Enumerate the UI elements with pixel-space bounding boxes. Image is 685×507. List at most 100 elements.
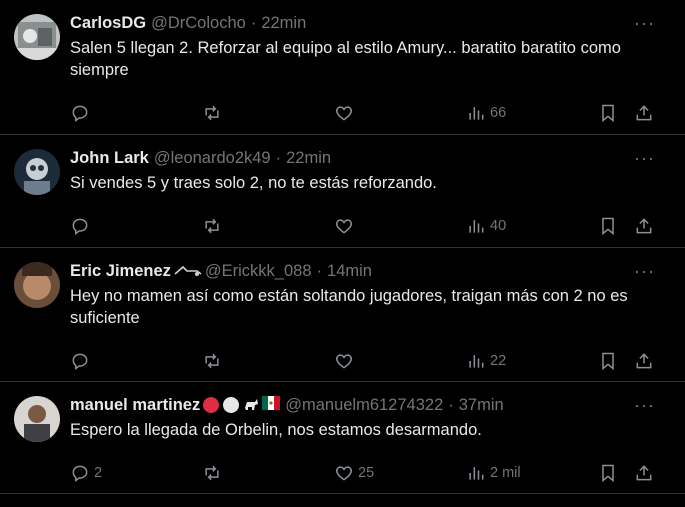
analytics-icon <box>469 355 484 368</box>
views-button[interactable]: 2 mil <box>466 463 521 483</box>
more-options-icon[interactable]: ··· <box>634 396 655 414</box>
share-button[interactable] <box>634 103 654 123</box>
reply-icon <box>72 353 88 370</box>
more-options-icon[interactable]: ··· <box>634 262 655 280</box>
retweet-icon <box>205 218 219 234</box>
retweet-icon <box>205 353 219 369</box>
reply-button[interactable]: 2 <box>70 463 102 483</box>
reply-feed: CarlosDG @DrColocho · 22min ··· Salen 5 … <box>0 0 685 494</box>
reply-icon <box>72 465 88 482</box>
timestamp[interactable]: 14min <box>327 262 372 281</box>
reply-button[interactable] <box>70 103 94 123</box>
analytics-icon <box>469 107 484 120</box>
view-count: 22 <box>490 353 507 369</box>
reply-count: 2 <box>94 465 103 481</box>
views-button[interactable]: 66 <box>466 103 506 123</box>
tweet-actions: 22 <box>70 343 669 383</box>
author-handle[interactable]: @Erickkk_088 <box>205 262 312 281</box>
separator-dot: · <box>316 261 323 280</box>
bookmark-icon <box>602 464 614 483</box>
tweet-header: manuel martinez @manuelm61274322 · 37min <box>70 394 669 416</box>
timestamp[interactable]: 37min <box>459 396 504 415</box>
tweet-actions: 66 <box>70 95 669 135</box>
retweet-icon <box>205 465 219 481</box>
tweet[interactable]: Eric Jimenez @Erickkk_088 · 14min ··· He… <box>0 248 685 382</box>
tweet[interactable]: CarlosDG @DrColocho · 22min ··· Salen 5 … <box>0 0 685 135</box>
author-handle[interactable]: @manuelm61274322 <box>285 396 443 415</box>
timestamp[interactable]: 22min <box>286 149 331 168</box>
view-count: 2 mil <box>490 465 521 481</box>
reply-icon <box>72 218 88 235</box>
bookmark-icon <box>602 104 614 123</box>
red-circle-emoji-icon <box>202 396 220 414</box>
reply-button[interactable] <box>70 216 94 236</box>
reply-button[interactable] <box>70 351 94 371</box>
bookmark-button[interactable] <box>598 216 618 236</box>
heart-icon <box>335 354 353 369</box>
more-options-icon[interactable]: ··· <box>634 14 655 32</box>
bookmark-button[interactable] <box>598 463 618 483</box>
author-name[interactable]: manuel martinez <box>70 396 200 415</box>
share-icon <box>636 465 652 481</box>
retweet-button[interactable] <box>202 103 226 123</box>
tweet-header: Eric Jimenez @Erickkk_088 · 14min <box>70 260 669 282</box>
author-handle[interactable]: @DrColocho <box>151 14 246 33</box>
timestamp[interactable]: 22min <box>261 14 306 33</box>
share-icon <box>636 218 652 234</box>
avatar[interactable] <box>14 396 60 442</box>
reply-icon <box>72 105 88 122</box>
bookmark-icon <box>602 217 614 236</box>
share-icon <box>636 105 652 121</box>
author-name[interactable]: Eric Jimenez <box>70 262 171 281</box>
more-options-icon[interactable]: ··· <box>634 149 655 167</box>
like-button[interactable] <box>334 103 358 123</box>
tweet-header: John Lark @leonardo2k49 · 22min <box>70 147 669 169</box>
separator-dot: · <box>250 13 257 32</box>
heart-icon <box>335 466 353 481</box>
tweet[interactable]: manuel martinez @manuelm61274322 · 37min… <box>0 382 685 494</box>
retweet-icon <box>205 105 219 121</box>
mexico-flag-emoji-icon <box>262 396 281 414</box>
share-icon <box>636 353 652 369</box>
avatar[interactable] <box>14 149 60 195</box>
heart-icon <box>335 106 353 121</box>
avatar[interactable] <box>14 262 60 308</box>
view-count: 40 <box>490 218 507 234</box>
like-button[interactable] <box>334 351 358 371</box>
share-button[interactable] <box>634 463 654 483</box>
car-key-emoji-icon <box>173 262 202 280</box>
separator-dot: · <box>275 148 282 167</box>
view-count: 66 <box>490 105 507 121</box>
goat-emoji-icon <box>242 396 260 414</box>
separator-dot: · <box>448 395 454 414</box>
author-name[interactable]: John Lark <box>70 149 149 168</box>
share-button[interactable] <box>634 216 654 236</box>
heart-icon <box>335 219 353 234</box>
share-button[interactable] <box>634 351 654 371</box>
tweet-text: Hey no mamen así como están soltando jug… <box>70 287 628 327</box>
author-handle[interactable]: @leonardo2k49 <box>154 149 271 168</box>
tweet-text: Salen 5 llegan 2. Reforzar al equipo al … <box>70 39 621 79</box>
analytics-icon <box>469 467 484 480</box>
retweet-button[interactable] <box>202 216 226 236</box>
like-count: 25 <box>358 465 375 481</box>
views-button[interactable]: 40 <box>466 216 506 236</box>
bookmark-button[interactable] <box>598 103 618 123</box>
retweet-button[interactable] <box>202 351 226 371</box>
tweet-header: CarlosDG @DrColocho · 22min <box>70 12 669 34</box>
tweet-actions: 2 25 2 mil <box>70 455 669 495</box>
analytics-icon <box>469 220 484 233</box>
like-button[interactable]: 25 <box>334 463 374 483</box>
retweet-button[interactable] <box>202 463 226 483</box>
avatar[interactable] <box>14 14 60 60</box>
bookmark-icon <box>602 352 614 371</box>
author-name[interactable]: CarlosDG <box>70 14 146 33</box>
white-circle-emoji-icon <box>222 396 240 414</box>
tweet-text: Espero la llegada de Orbelin, nos estamo… <box>70 421 482 439</box>
bookmark-button[interactable] <box>598 351 618 371</box>
tweet[interactable]: John Lark @leonardo2k49 · 22min ··· Si v… <box>0 135 685 248</box>
like-button[interactable] <box>334 216 358 236</box>
views-button[interactable]: 22 <box>466 351 506 371</box>
tweet-actions: 40 <box>70 208 669 248</box>
tweet-text: Si vendes 5 y traes solo 2, no te estás … <box>70 174 437 192</box>
